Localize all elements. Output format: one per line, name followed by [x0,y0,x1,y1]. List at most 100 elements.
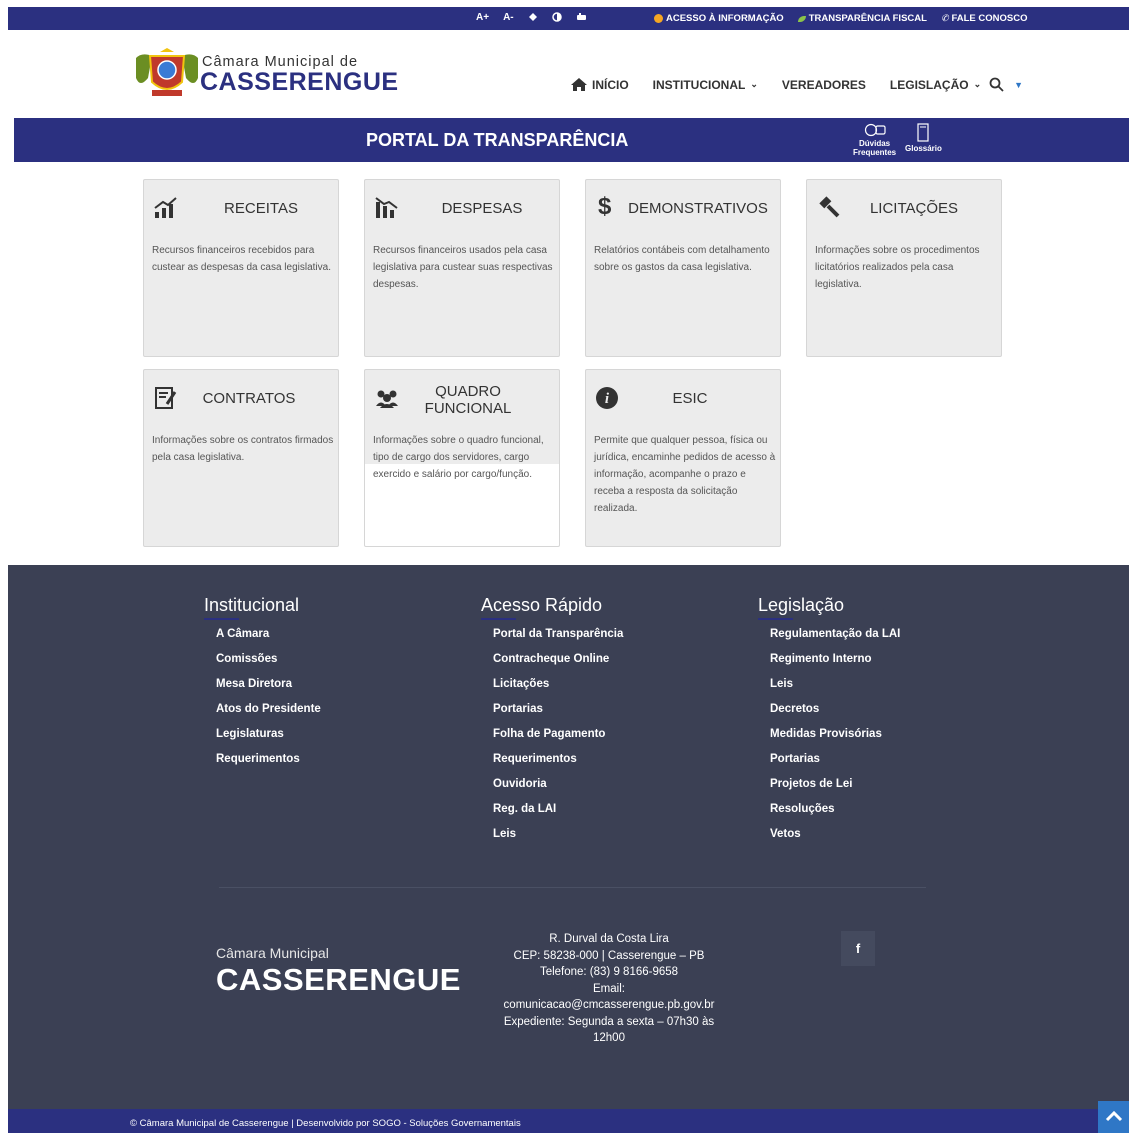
leaf-icon [797,15,806,22]
facebook-button[interactable]: f [841,931,875,966]
contact-link[interactable]: ✆ FALE CONOSCO [941,13,1028,24]
card-contratos[interactable]: CONTRATOS Informações sobre os contratos… [143,369,339,547]
nav-home[interactable]: INÍCIO [571,78,629,92]
footer-link[interactable]: Regimento Interno [770,651,900,676]
card-description: Informações sobre os procedimentos licit… [815,245,980,290]
language-dropdown[interactable]: ▼ [1014,80,1023,90]
footer-link[interactable]: Legislaturas [216,726,321,751]
card-title: DEMONSTRATIVOS [628,200,768,217]
footer-link[interactable]: Regulamentação da LAI [770,626,900,651]
chart-down-icon [375,197,398,218]
footer-heading: Institucional [204,595,300,615]
main-nav: INÍCIO INSTITUCIONAL ⌄ VEREADORES LEGISL… [571,77,1047,92]
info-circle-icon [654,14,663,23]
heading-underline [758,618,793,620]
card-licitacoes[interactable]: LICITAÇÕES Informações sobre os procedim… [806,179,1002,357]
back-to-top-button[interactable] [1098,1101,1129,1133]
footer-link[interactable]: Vetos [770,826,900,851]
card-description: Informações sobre o quadro funcional, ti… [373,435,544,480]
home-icon [571,78,587,91]
footer-link[interactable]: Contracheque Online [493,651,623,676]
copyright-bar: © Câmara Municipal de Casserengue | Dese… [8,1109,1129,1133]
site-footer: Institucional A Câmara Comissões Mesa Di… [8,565,1129,1109]
phone-icon: ✆ [940,13,949,23]
footer-col-institucional: Institucional A Câmara Comissões Mesa Di… [204,595,321,776]
nav-institucional[interactable]: INSTITUCIONAL ⌄ [653,78,758,92]
nav-vereadores[interactable]: VEREADORES [782,78,866,92]
footer-link[interactable]: Decretos [770,701,900,726]
footer-col-legislacao: Legislação Regulamentação da LAI Regimen… [758,595,900,851]
card-description: Recursos financeiros usados pela casa le… [373,245,553,290]
footer-link[interactable]: Portarias [493,701,623,726]
footer-link[interactable]: Folha de Pagamento [493,726,623,751]
card-title: CONTRATOS [202,390,296,407]
footer-link[interactable]: Projetos de Lei [770,776,900,801]
footer-link[interactable]: Requerimentos [493,751,623,776]
chevron-up-icon [1105,1110,1122,1122]
search-button[interactable] [989,77,1004,92]
card-description: Informações sobre os contratos firmados … [152,435,334,463]
card-title: QUADRO FUNCIONAL [424,383,512,417]
footer-link[interactable]: Leis [770,676,900,701]
card-title: ESIC [672,390,708,407]
card-title: LICITAÇÕES [869,200,959,217]
card-title: RECEITAS [224,200,298,217]
font-increase-button[interactable]: A+ [476,12,489,25]
card-description: Recursos financeiros recebidos para cust… [152,245,331,273]
footer-link[interactable]: Requerimentos [216,751,321,776]
email-link[interactable]: comunicacao@cmcasserengue.pb.gov.br [478,997,740,1014]
logo-title: CASSERENGUE [200,68,399,96]
footer-link[interactable]: Reg. da LAI [493,801,623,826]
font-decrease-button[interactable]: A- [503,12,514,25]
footer-address: R. Durval da Costa Lira CEP: 58238-000 |… [478,931,740,1047]
nav-legislacao[interactable]: LEGISLAÇÃO ⌄ [890,78,981,92]
card-receitas[interactable]: RECEITAS Recursos financeiros recebidos … [143,179,339,357]
footer-divider [219,887,926,888]
footer-link[interactable]: Portarias [770,751,900,776]
accessibility-tools: A+ A- [476,12,587,25]
footer-col-acesso: Acesso Rápido Portal da Transparência Co… [481,595,623,851]
card-despesas[interactable]: DESPESAS Recursos financeiros usados pel… [364,179,560,357]
footer-link[interactable]: Ouvidoria [493,776,623,801]
footer-link[interactable]: Licitações [493,676,623,701]
heading-underline [204,618,239,620]
glossary-button[interactable]: Glossário [905,123,942,153]
question-chat-icon [864,123,886,137]
sign-language-icon[interactable] [576,12,587,25]
footer-link[interactable]: Leis [493,826,623,851]
caret-down-icon: ▼ [1014,79,1024,90]
card-demonstrativos[interactable]: $ DEMONSTRATIVOS Relatórios contábeis co… [585,179,781,357]
search-icon [989,77,1004,92]
card-description: Relatórios contábeis com detalhamento so… [594,245,770,273]
chart-up-icon [154,197,177,218]
card-description: Permite que qualquer pessoa, física ou j… [594,435,776,514]
top-utility-bar: A+ A- ACESSO À INFORMAÇÃO TRANSPARÊNCIA … [8,7,1129,30]
crest-icon [136,48,198,96]
chevron-down-icon: ⌄ [750,79,758,89]
accessibility-icon[interactable] [528,12,538,25]
card-esic[interactable]: i ESIC Permite que qualquer pessoa, físi… [585,369,781,547]
access-info-link[interactable]: ACESSO À INFORMAÇÃO [654,13,784,24]
fiscal-transparency-link[interactable]: TRANSPARÊNCIA FISCAL [797,13,927,24]
top-links: ACESSO À INFORMAÇÃO TRANSPARÊNCIA FISCAL… [654,13,1028,24]
footer-heading: Legislação [758,595,845,615]
copyright-text: © Câmara Municipal de Casserengue | Dese… [130,1118,521,1129]
footer-link[interactable]: Resoluções [770,801,900,826]
footer-heading: Acesso Rápido [481,595,603,615]
footer-link[interactable]: Atos do Presidente [216,701,321,726]
book-icon [917,123,930,142]
card-quadro-funcional[interactable]: QUADRO FUNCIONAL Informações sobre o qua… [364,369,560,547]
footer-link[interactable]: A Câmara [216,626,321,651]
footer-link[interactable]: Medidas Provisórias [770,726,900,751]
footer-link[interactable]: Comissões [216,651,321,676]
chevron-down-icon: ⌄ [973,79,982,89]
site-logo[interactable]: Câmara Municipal de CASSERENGUE [132,46,398,102]
footer-link[interactable]: Portal da Transparência [493,626,623,651]
heading-underline [481,618,516,620]
card-title: DESPESAS [441,200,523,217]
footer-logo: Câmara Municipal CASSERENGUE [216,945,461,997]
page-title: PORTAL DA TRANSPARÊNCIA [366,130,629,150]
footer-link[interactable]: Mesa Diretora [216,676,321,701]
contrast-icon[interactable] [551,12,562,25]
faq-button[interactable]: Dúvidas Frequentes [853,123,896,157]
